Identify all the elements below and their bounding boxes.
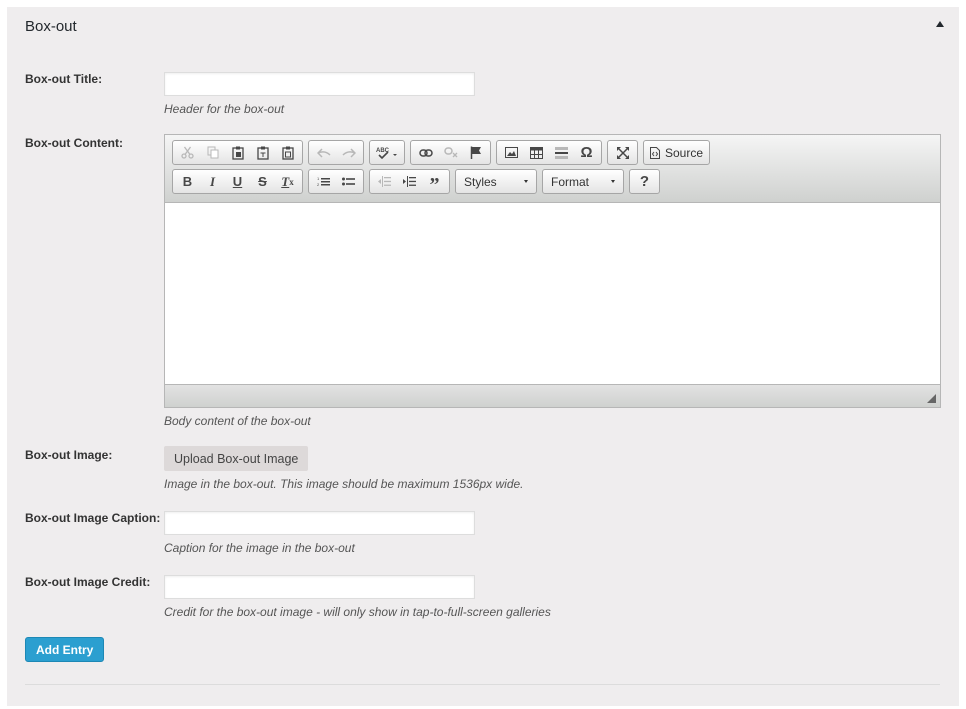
credit-label: Box-out Image Credit:	[25, 575, 151, 589]
remove-format-icon[interactable]: Tx	[275, 170, 300, 193]
horizontal-rule-icon[interactable]	[549, 141, 574, 164]
underline-icon[interactable]: U	[225, 170, 250, 193]
content-label: Box-out Content:	[25, 136, 123, 150]
table-icon[interactable]	[524, 141, 549, 164]
undo-icon[interactable]	[311, 141, 336, 164]
chevron-down-icon	[611, 180, 615, 183]
content-description: Body content of the box-out	[164, 414, 311, 428]
blockquote-icon[interactable]: ”	[422, 170, 447, 196]
cut-icon[interactable]	[175, 141, 200, 164]
unlink-icon[interactable]	[438, 141, 463, 164]
svg-text:1: 1	[317, 176, 320, 181]
title-description: Header for the box-out	[164, 102, 285, 116]
caption-label: Box-out Image Caption:	[25, 511, 161, 525]
outdent-icon[interactable]	[372, 170, 397, 193]
add-entry-button[interactable]: Add Entry	[25, 637, 105, 662]
italic-icon[interactable]: I	[200, 170, 225, 193]
image-label: Box-out Image:	[25, 448, 113, 462]
credit-description: Credit for the box-out image - will only…	[164, 605, 551, 619]
source-icon	[650, 146, 660, 159]
chevron-down-icon	[524, 180, 528, 183]
format-label: Format	[551, 174, 590, 189]
svg-text:2: 2	[317, 182, 320, 187]
styles-label: Styles	[464, 174, 497, 189]
special-char-icon[interactable]: Ω	[574, 141, 599, 164]
source-button[interactable]: Source	[646, 141, 707, 164]
box-out-panel: Box-out Box-out Title: Header for the bo…	[7, 7, 959, 706]
link-icon[interactable]	[413, 141, 438, 164]
source-label: Source	[665, 145, 704, 160]
strike-icon[interactable]: S	[250, 170, 275, 193]
editor-bottom-bar	[165, 384, 940, 407]
title-label: Box-out Title:	[25, 72, 103, 86]
numbered-list-icon[interactable]: 12	[311, 170, 336, 193]
bold-icon[interactable]: B	[175, 170, 200, 193]
panel-title: Box-out	[25, 18, 77, 35]
paste-icon[interactable]	[225, 141, 250, 164]
image-icon[interactable]	[499, 141, 524, 164]
caption-input[interactable]	[164, 511, 475, 535]
paste-text-icon[interactable]	[250, 141, 275, 164]
collapse-toggle-icon[interactable]	[936, 21, 944, 27]
styles-dropdown[interactable]: Styles	[455, 169, 537, 194]
editor-content-area[interactable]	[165, 203, 940, 383]
paste-word-icon[interactable]	[275, 141, 300, 164]
maximize-icon[interactable]	[610, 141, 635, 164]
divider	[25, 684, 940, 685]
anchor-icon[interactable]	[463, 141, 488, 164]
spellcheck-icon[interactable]: ABC	[372, 141, 402, 164]
title-input[interactable]	[164, 72, 475, 96]
rich-text-editor: ABC Ω Source B I U S T x 1 2 ” Styles Fo…	[164, 134, 941, 408]
help-button[interactable]: ?	[632, 170, 657, 193]
bulleted-list-icon[interactable]	[336, 170, 361, 193]
indent-icon[interactable]	[397, 170, 422, 193]
image-description: Image in the box-out. This image should …	[164, 477, 524, 491]
copy-icon[interactable]	[200, 141, 225, 164]
upload-image-button[interactable]: Upload Box-out Image	[164, 446, 309, 471]
redo-icon[interactable]	[336, 141, 361, 164]
resize-handle-icon[interactable]	[927, 394, 936, 403]
editor-toolbar: ABC Ω Source B I U S T x 1 2 ” Styles Fo…	[165, 135, 940, 203]
credit-input[interactable]	[164, 575, 475, 599]
caption-description: Caption for the image in the box-out	[164, 541, 355, 555]
format-dropdown[interactable]: Format	[542, 169, 624, 194]
